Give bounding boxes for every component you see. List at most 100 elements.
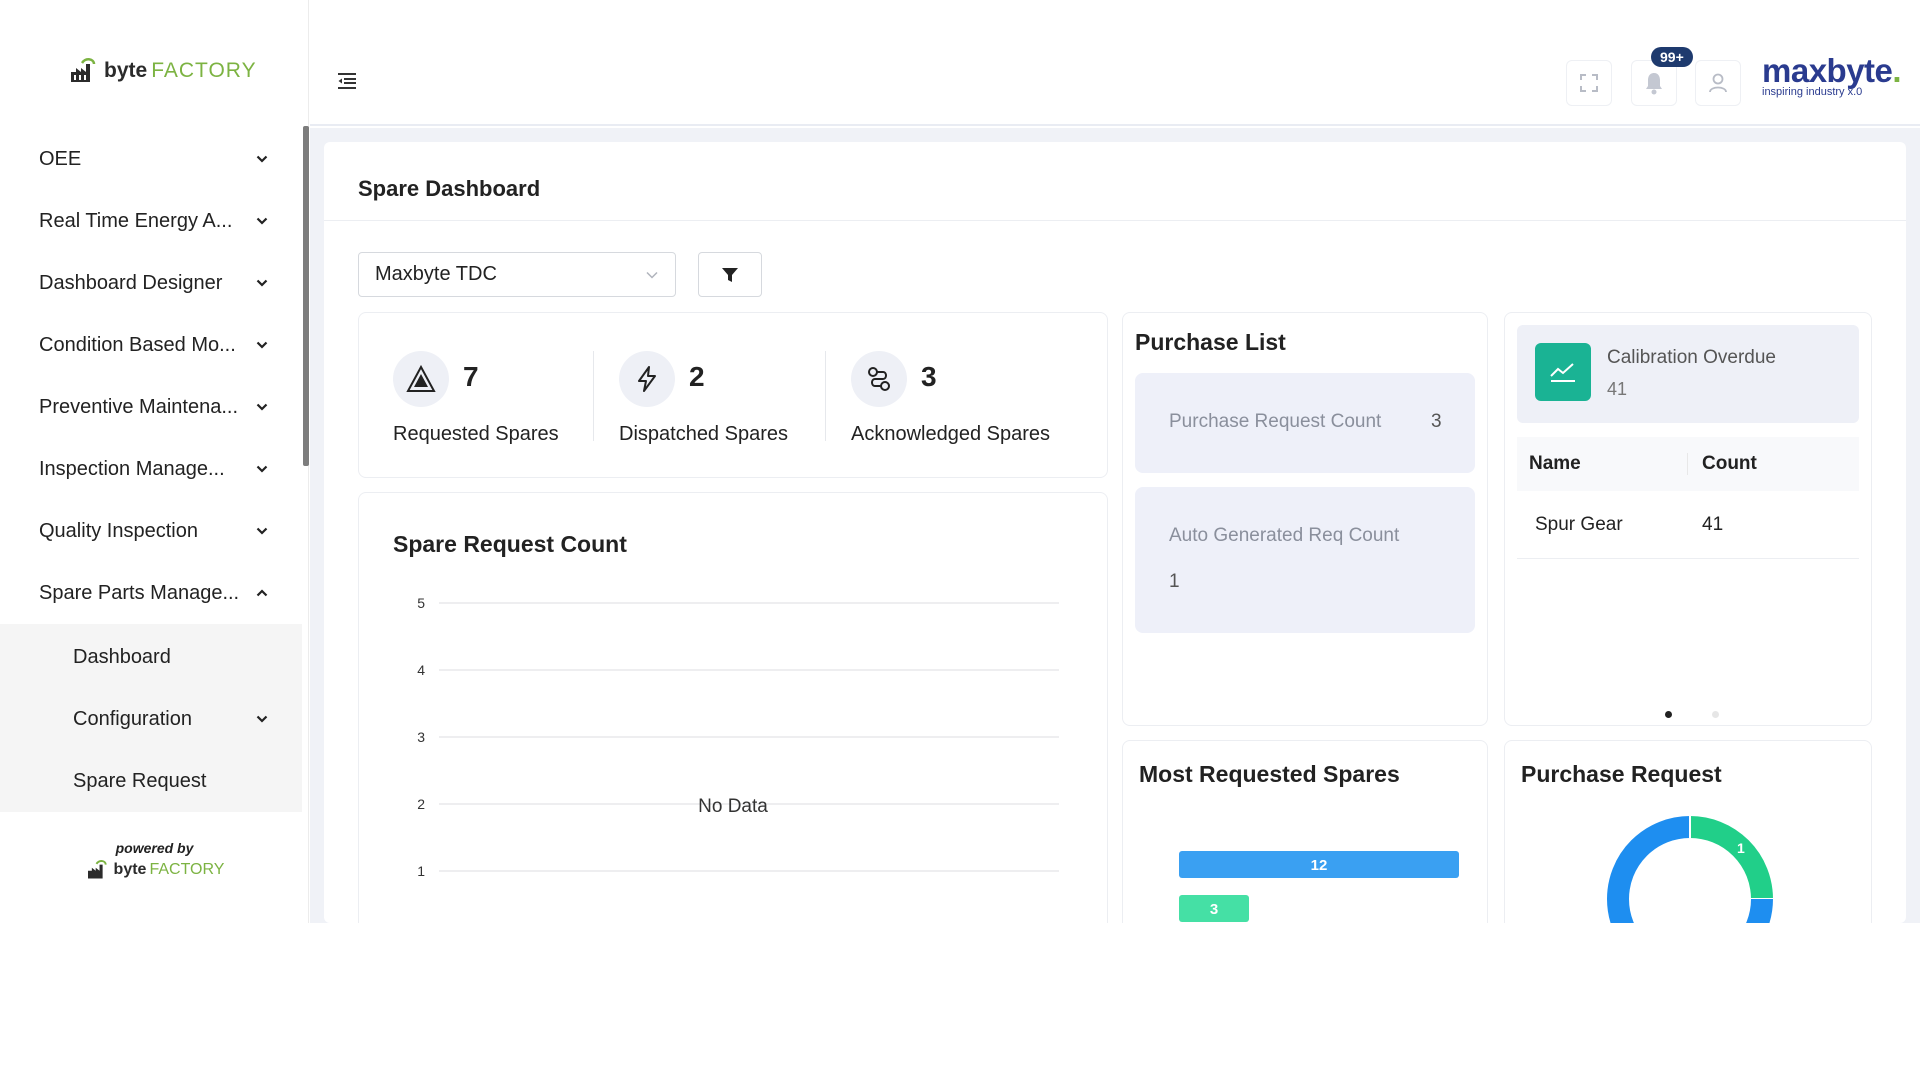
page-title: Spare Dashboard [358,176,541,201]
user-profile-button[interactable] [1695,60,1741,106]
sidebar-subitem-configuration[interactable]: Configuration [0,688,302,750]
carousel-dot-active[interactable] [1665,711,1672,718]
logo-text-byte: byte [104,59,148,82]
menu-toggle-icon[interactable] [336,70,358,92]
column-header-name[interactable]: Name [1517,453,1687,475]
stat-value: 3 [921,361,937,392]
stat-acknowledged-spares: 3 Acknowledged Spares [851,351,1050,446]
brand-dot: . [1892,52,1902,89]
sidebar-item-label: Real Time Energy A... [39,209,233,232]
bolt-icon [638,366,656,392]
no-data-label: No Data [698,796,768,817]
y-tick-label: 5 [417,595,425,611]
spares-stats-card: 7 Requested Spares 2 Dispatched Spares 3… [358,312,1108,478]
calibration-title: Calibration Overdue [1607,347,1776,368]
card-title: Purchase List [1135,329,1286,355]
bar-value-label: 12 [1311,857,1328,874]
chevron-up-icon [256,589,268,597]
purchase-request-donut-chart: 1 [1607,816,1773,923]
sidebar-item-label: Spare Parts Manage... [39,581,240,604]
notification-count-badge[interactable]: 99+ [1651,47,1693,67]
factory-logo-icon [71,58,96,82]
filter-icon [722,267,738,282]
main-content: Spare Dashboard Maxbyte TDC 7 Requested … [310,128,1920,923]
column-header-count[interactable]: Count [1687,453,1757,475]
plant-select[interactable]: Maxbyte TDC [358,252,676,297]
brand-name: maxbyte [1762,52,1893,89]
auto-generated-req-box[interactable]: Auto Generated Req Count 1 [1135,487,1475,633]
most-requested-spares-card: Most Requested Spares 12 3 [1122,740,1488,923]
title-divider [324,220,1906,221]
stat-icon-container [619,351,675,407]
user-icon [1709,73,1727,93]
table-row[interactable]: Spur Gear 41 [1517,491,1859,559]
stat-label: Acknowledged Spares [851,423,1051,445]
cell-count: 41 [1702,513,1724,535]
sidebar-scrollbar[interactable] [303,126,309,466]
y-tick-label: 3 [417,729,425,745]
stat-value: 7 [463,361,479,392]
purchase-request-card: Purchase Request 1 [1504,740,1872,923]
chevron-down-icon [256,465,268,473]
donut-slice[interactable] [1689,816,1773,900]
stat-label: Requested Spares [393,423,559,445]
sidebar-item-label: Configuration [73,707,192,730]
stat-requested-spares: 7 Requested Spares [393,351,559,446]
sidebar-item-label: Quality Inspection [39,519,198,542]
sidebar-item-label: Dashboard [73,645,171,668]
app-window: byte FACTORY OEE Real Time Energy A... Da… [0,0,1920,923]
sidebar-subitem-spare-request[interactable]: Spare Request [0,750,302,812]
sidebar-item-spare-parts[interactable]: Spare Parts Manage... [0,562,302,624]
chevron-down-icon [256,155,268,163]
plant-select-value: Maxbyte TDC [375,263,497,285]
auto-generated-req-label: Auto Generated Req Count [1169,525,1400,546]
chevron-down-icon [256,341,268,349]
auto-generated-req-value: 1 [1169,571,1180,592]
filter-button[interactable] [698,252,762,297]
purchase-request-count-value: 3 [1431,411,1442,432]
stat-divider [593,351,594,441]
spare-parts-submenu: Dashboard Configuration Spare Request [0,624,302,812]
stat-icon-container [851,351,907,407]
sidebar-item-label: Condition Based Mo... [39,333,236,356]
purchase-request-count-label: Purchase Request Count [1169,411,1382,432]
chevron-down-icon [256,715,268,723]
sidebar-item-label: Dashboard Designer [39,271,223,294]
calibration-header: Calibration Overdue 41 [1517,325,1859,423]
sidebar-item-preventive-maintenance[interactable]: Preventive Maintena... [0,376,302,438]
fullscreen-button[interactable] [1566,60,1612,106]
stat-value: 2 [689,361,705,392]
sidebar-item-label: Preventive Maintena... [39,395,238,418]
bell-icon [1646,73,1662,95]
sidebar-menu: OEE Real Time Energy A... Dashboard Desi… [0,128,302,812]
sidebar-item-energy[interactable]: Real Time Energy A... [0,190,302,252]
powered-by-text: powered by [115,840,194,856]
fullscreen-icon [1580,74,1598,92]
carousel-dots [1665,711,1719,718]
y-tick-label: 2 [417,796,425,812]
cell-name: Spur Gear [1535,513,1623,535]
sidebar-item-label: Inspection Manage... [39,457,225,480]
bar-value-label: 3 [1210,901,1218,918]
chevron-down-icon [256,527,268,535]
carousel-dot[interactable] [1712,711,1719,718]
purchase-request-count-box[interactable]: Purchase Request Count 3 [1135,373,1475,473]
maxbyte-brand-logo: maxbyte. inspiring industry x.0 [1762,52,1902,98]
sidebar-item-dashboard-designer[interactable]: Dashboard Designer [0,252,302,314]
sidebar-item-oee[interactable]: OEE [0,128,302,190]
spare-request-count-chart: 5 4 3 2 1 No Data [417,595,1059,879]
chevron-down-icon [256,217,268,225]
bytefactory-logo[interactable]: byte FACTORY [68,58,257,84]
triangle-icon [406,365,436,392]
logo-text-byte: byte [113,861,147,878]
sidebar-subitem-dashboard[interactable]: Dashboard [0,626,302,688]
stat-icon-container [393,351,449,407]
sidebar-item-label: Spare Request [73,769,207,792]
sidebar-item-quality-inspection[interactable]: Quality Inspection [0,500,302,562]
powered-by: powered by byte FACTORY [0,840,309,885]
sidebar-item-condition-monitoring[interactable]: Condition Based Mo... [0,314,302,376]
sidebar-item-inspection-management[interactable]: Inspection Manage... [0,438,302,500]
stat-label: Dispatched Spares [619,423,788,445]
purchase-list-card: Purchase List Purchase Request Count 3 A… [1122,312,1488,726]
chevron-down-icon [646,271,658,279]
